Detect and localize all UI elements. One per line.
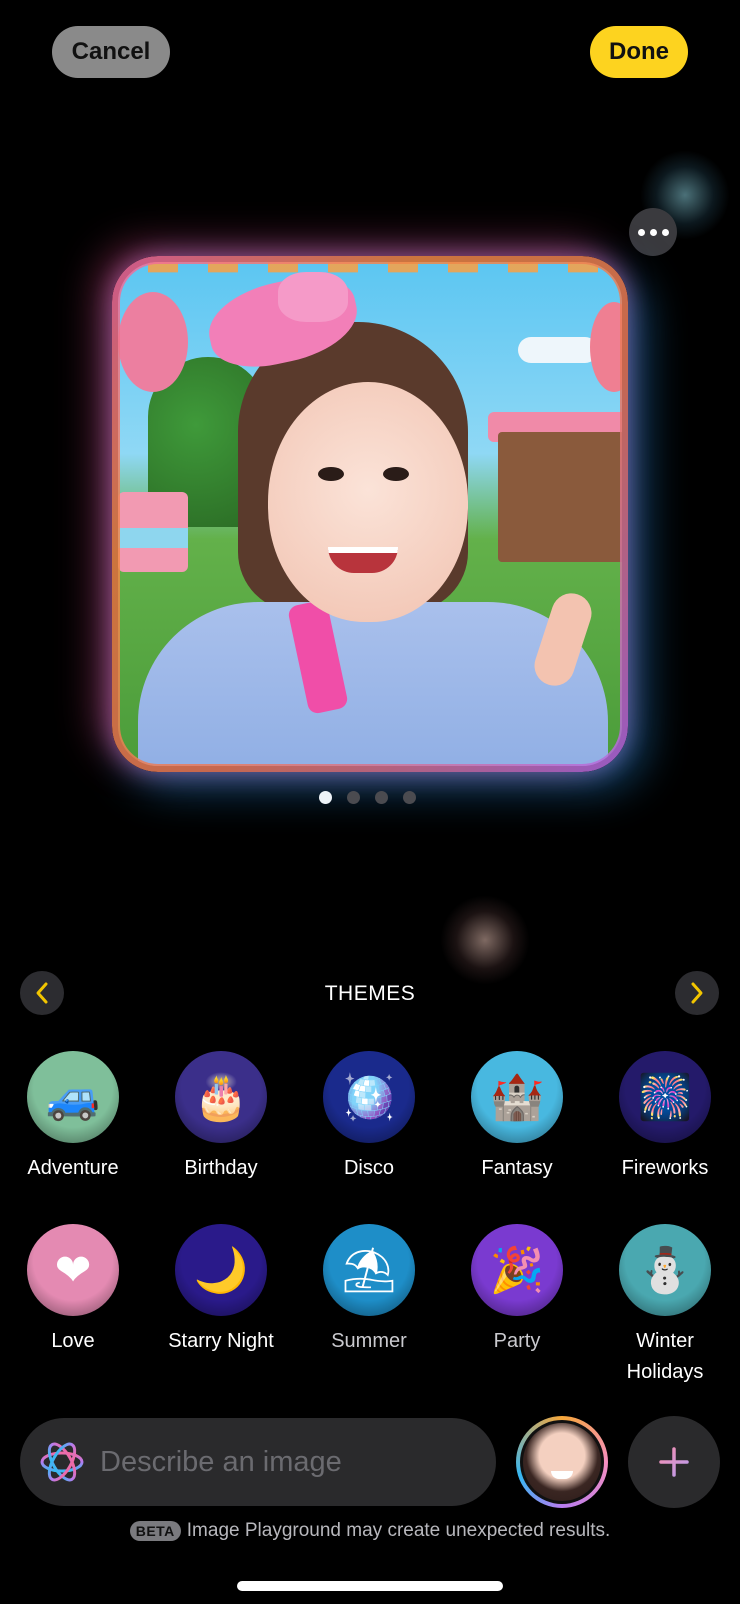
disclaimer-text: Image Playground may create unexpected r… (186, 1520, 611, 1541)
ambient-glow (440, 895, 530, 985)
theme-icon: 🌙 (193, 1246, 249, 1295)
theme-starry-night[interactable]: 🌙 Starry Night (151, 1224, 291, 1357)
theme-label: Winter Holidays (626, 1330, 704, 1383)
theme-adventure[interactable]: 🚙 Adventure (3, 1051, 143, 1184)
home-indicator[interactable] (237, 1581, 503, 1591)
more-options-button[interactable] (629, 208, 677, 256)
themes-next-button[interactable] (675, 971, 719, 1015)
generated-image-preview[interactable] (112, 256, 628, 772)
theme-thumbnail: ⛄ (619, 1224, 711, 1316)
avatar (523, 1423, 601, 1501)
page-dot[interactable] (319, 791, 332, 804)
theme-label: Love (51, 1330, 95, 1352)
theme-label: Disco (343, 1157, 394, 1179)
done-button[interactable]: Done (590, 26, 688, 78)
theme-thumbnail: 🚙 (27, 1051, 119, 1143)
ellipsis-icon (649, 228, 657, 236)
theme-thumbnail: ⛱ (323, 1224, 415, 1316)
theme-thumbnail: 🎂 (175, 1051, 267, 1143)
theme-label: Birthday (184, 1157, 258, 1179)
theme-icon: ❤ (54, 1245, 92, 1295)
theme-label: Adventure (27, 1157, 119, 1179)
plus-icon (659, 1447, 689, 1477)
image-border (112, 256, 628, 772)
theme-label: Party (493, 1330, 541, 1352)
theme-icon: 🎂 (193, 1073, 249, 1122)
theme-label: Fireworks (621, 1157, 709, 1179)
theme-icon: 🏰 (489, 1073, 545, 1122)
theme-disco[interactable]: 🪩 Disco (299, 1051, 439, 1184)
theme-thumbnail: ❤ (27, 1224, 119, 1316)
beta-badge: BETA (129, 1521, 181, 1541)
theme-love[interactable]: ❤ Love (3, 1224, 143, 1357)
theme-label: Fantasy (481, 1157, 553, 1179)
ellipsis-icon (661, 228, 669, 236)
theme-winter-holidays[interactable]: ⛄ Winter Holidays (595, 1224, 735, 1388)
theme-label: Summer (331, 1330, 407, 1352)
theme-party[interactable]: 🎉 Party (447, 1224, 587, 1357)
prompt-bar (20, 1418, 496, 1506)
theme-thumbnail: 🏰 (471, 1051, 563, 1143)
cancel-button[interactable]: Cancel (52, 26, 170, 78)
theme-thumbnail: 🌙 (175, 1224, 267, 1316)
avatar-ring (520, 1420, 604, 1504)
themes-heading: THEMES (324, 982, 416, 1005)
page-dot[interactable] (375, 791, 388, 804)
theme-icon: ⛱ (341, 1246, 397, 1295)
theme-thumbnail: 🎉 (471, 1224, 563, 1316)
add-button[interactable] (628, 1416, 720, 1508)
theme-fireworks[interactable]: 🎆 Fireworks (595, 1051, 735, 1184)
theme-icon: 🚙 (45, 1073, 101, 1122)
theme-birthday[interactable]: 🎂 Birthday (151, 1051, 291, 1184)
page-dot[interactable] (347, 791, 360, 804)
theme-icon: 🎉 (489, 1246, 545, 1295)
image-playground-icon (40, 1442, 84, 1482)
theme-icon: 🪩 (341, 1073, 397, 1122)
beta-disclaimer: BETA Image Playground may create unexpec… (0, 1520, 740, 1542)
theme-icon: ⛄ (637, 1246, 693, 1295)
theme-fantasy[interactable]: 🏰 Fantasy (447, 1051, 587, 1184)
page-indicator[interactable] (319, 791, 416, 804)
person-picker-button[interactable] (516, 1416, 608, 1508)
chevron-right-icon (691, 982, 703, 1004)
theme-label: Starry Night (168, 1330, 274, 1352)
theme-thumbnail: 🎆 (619, 1051, 711, 1143)
ellipsis-icon (637, 228, 645, 236)
describe-image-input[interactable] (98, 1444, 472, 1480)
theme-summer[interactable]: ⛱ Summer (299, 1224, 439, 1357)
theme-icon: 🎆 (637, 1073, 693, 1122)
theme-thumbnail: 🪩 (323, 1051, 415, 1143)
page-dot[interactable] (403, 791, 416, 804)
